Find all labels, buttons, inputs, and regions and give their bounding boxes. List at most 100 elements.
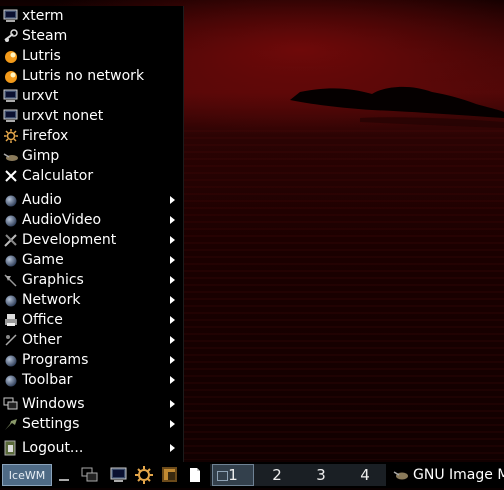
submenu-arrow-icon: [170, 236, 175, 244]
firefox-icon: [3, 128, 19, 144]
start-menu: xterm Steam Lutris Lutris no network urxvt ur…: [0, 6, 184, 462]
menu-item-label: Firefox: [22, 128, 69, 144]
menu-item-urxvt-nonet[interactable]: urxvt nonet: [0, 106, 183, 126]
folder-ball-icon: [3, 352, 19, 368]
document-icon: [190, 468, 200, 482]
calculator-icon: [3, 168, 19, 184]
workspace-3-label: 3: [316, 466, 326, 484]
graphics-icon: [3, 272, 19, 288]
folder-ball-icon: [3, 292, 19, 308]
menu-item-settings[interactable]: Settings: [0, 414, 183, 434]
window-list-button[interactable]: [78, 464, 102, 486]
menu-item-other[interactable]: Other: [0, 330, 183, 350]
steam-icon: [3, 28, 19, 44]
quicklaunch-app[interactable]: [158, 464, 182, 486]
minimize-icon: [59, 479, 69, 481]
menu-item-gimp[interactable]: Gimp: [0, 146, 183, 166]
submenu-arrow-icon: [170, 356, 175, 364]
window-thumb-icon: [217, 471, 228, 481]
task-button-gimp[interactable]: GNU Image M: [392, 464, 504, 486]
menu-item-game[interactable]: Game: [0, 250, 183, 270]
menu-item-label: xterm: [22, 8, 64, 24]
menu-item-toolbar[interactable]: Toolbar: [0, 370, 183, 390]
submenu-arrow-icon: [170, 420, 175, 428]
submenu-arrow-icon: [170, 216, 175, 224]
folder-ball-icon: [3, 252, 19, 268]
menu-item-label: Network: [22, 292, 81, 308]
menu-item-label: Office: [22, 312, 63, 328]
menu-item-development[interactable]: Development: [0, 230, 183, 250]
start-button[interactable]: IceWM: [2, 464, 52, 486]
menu-item-audio[interactable]: Audio: [0, 190, 183, 210]
menu-item-xterm[interactable]: xterm: [0, 6, 183, 26]
workspace-1[interactable]: 1: [212, 464, 254, 486]
menu-item-label: Settings: [22, 416, 80, 432]
menu-item-label: Logout...: [22, 440, 84, 456]
menu-item-network[interactable]: Network: [0, 290, 183, 310]
menu-item-label: urxvt: [22, 88, 59, 104]
terminal-icon: [110, 467, 127, 482]
other-icon: [3, 332, 19, 348]
gimp-icon: [3, 148, 19, 164]
workspace-4[interactable]: 4: [344, 464, 386, 486]
submenu-arrow-icon: [170, 276, 175, 284]
task-title: GNU Image M: [413, 467, 504, 483]
submenu-arrow-icon: [170, 196, 175, 204]
menu-item-lutris[interactable]: Lutris: [0, 46, 183, 66]
menu-item-label: AudioVideo: [22, 212, 102, 228]
terminal-icon: [3, 8, 19, 24]
taskbar: IceWM 1 2 3 4 GNU Image M: [0, 462, 504, 488]
submenu-arrow-icon: [170, 256, 175, 264]
submenu-arrow-icon: [170, 444, 175, 452]
menu-item-audiovideo[interactable]: AudioVideo: [0, 210, 183, 230]
submenu-arrow-icon: [170, 316, 175, 324]
quicklaunch-terminal[interactable]: [108, 464, 130, 486]
menu-item-label: Development: [22, 232, 117, 248]
app-icon: [162, 467, 177, 482]
tools-icon: [3, 232, 19, 248]
menu-item-label: Lutris: [22, 48, 61, 64]
quicklaunch-document[interactable]: [184, 464, 206, 486]
menu-item-programs[interactable]: Programs: [0, 350, 183, 370]
menu-item-graphics[interactable]: Graphics: [0, 270, 183, 290]
menu-item-firefox[interactable]: Firefox: [0, 126, 183, 146]
menu-item-urxvt[interactable]: urxvt: [0, 86, 183, 106]
workspace-1-label: 1: [228, 466, 238, 484]
menu-item-label: Lutris no network: [22, 68, 145, 84]
workspace-4-label: 4: [360, 466, 370, 484]
menu-item-logout[interactable]: Logout...: [0, 438, 183, 458]
workspace-2[interactable]: 2: [256, 464, 298, 486]
menu-item-lutris-no-network[interactable]: Lutris no network: [0, 66, 183, 86]
menu-item-label: Calculator: [22, 168, 94, 184]
workspace-2-label: 2: [272, 466, 282, 484]
menu-item-label: Other: [22, 332, 62, 348]
printer-icon: [3, 312, 19, 328]
submenu-arrow-icon: [170, 296, 175, 304]
menu-item-label: Graphics: [22, 272, 84, 288]
submenu-arrow-icon: [170, 400, 175, 408]
wallpaper-water: [184, 130, 504, 460]
terminal-icon: [3, 108, 19, 124]
menu-item-label: Gimp: [22, 148, 60, 164]
menu-item-steam[interactable]: Steam: [0, 26, 183, 46]
menu-item-calculator[interactable]: Calculator: [0, 166, 183, 186]
firefox-icon: [135, 466, 153, 484]
folder-ball-icon: [3, 192, 19, 208]
menu-item-label: Game: [22, 252, 64, 268]
logout-icon: [3, 440, 19, 456]
window-list-icon: [81, 467, 98, 482]
submenu-arrow-icon: [170, 336, 175, 344]
show-desktop-button[interactable]: [54, 464, 74, 486]
menu-item-label: Audio: [22, 192, 62, 208]
menu-item-label: Programs: [22, 352, 89, 368]
menu-item-label: Steam: [22, 28, 68, 44]
lutris-icon: [3, 48, 19, 64]
menu-item-office[interactable]: Office: [0, 310, 183, 330]
terminal-icon: [3, 88, 19, 104]
workspace-3[interactable]: 3: [300, 464, 342, 486]
submenu-arrow-icon: [170, 376, 175, 384]
menu-item-label: Toolbar: [22, 372, 73, 388]
menu-item-windows[interactable]: Windows: [0, 394, 183, 414]
quicklaunch-firefox[interactable]: [132, 464, 156, 486]
settings-icon: [3, 416, 19, 432]
